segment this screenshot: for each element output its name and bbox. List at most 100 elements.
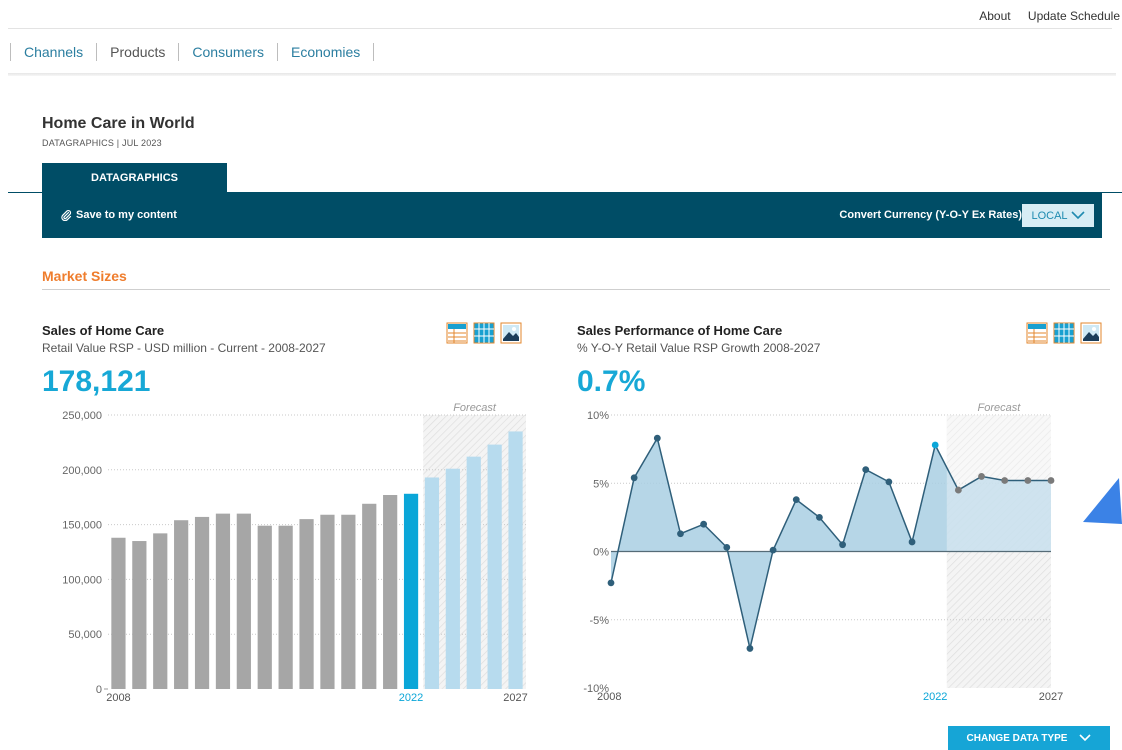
section-divider [42,289,1110,290]
data-point [792,496,800,504]
bar [174,520,189,689]
data-point [723,544,731,551]
bar [320,514,335,689]
change-data-type-label: CHANGE DATA TYPE [966,732,1068,744]
forecast-label: Forecast [977,402,1021,414]
data-point [931,441,939,449]
data-point [1001,477,1009,484]
y-tick-label: 100,000 [62,574,102,586]
data-point [607,579,615,587]
grid-view-icon[interactable] [1053,322,1075,344]
y-tick-label: 0% [593,547,609,559]
sales-bar-chart: Forecast 0 50,000 100,000 150,000 200,000 250,… [62,402,528,704]
left-view-icons [446,322,522,344]
data-point [885,478,893,486]
currency-dropdown[interactable]: LOCAL [1022,204,1094,227]
table-view-icon[interactable] [1026,322,1048,344]
bar [111,537,126,689]
image-view-icon[interactable] [500,322,522,344]
image-view-icon[interactable] [1080,322,1102,344]
forecast-label: Forecast [453,402,497,414]
y-tick-label: -5% [589,615,609,627]
convert-currency-label: Convert Currency (Y-O-Y Ex Rates) [839,209,1022,221]
data-point [746,645,754,652]
bar [215,513,231,689]
bar [383,495,398,689]
about-link[interactable]: About [979,9,1010,23]
bar [153,533,168,689]
data-point [816,513,823,521]
bar [341,514,356,689]
y-tick-label: 200,000 [62,465,102,477]
data-point [700,520,708,528]
bar [466,456,481,689]
right-chart-subtitle: % Y-O-Y Retail Value RSP Growth 2008-202… [577,341,821,355]
data-point [630,474,638,482]
nav-item-consumers[interactable]: Consumers [179,43,278,61]
y-tick-label: 50,000 [68,629,102,641]
update-schedule-link[interactable]: Update Schedule [1028,9,1120,23]
data-point [653,434,661,442]
y-tick-label: 10% [587,410,609,422]
right-chart-headline: 0.7% [577,365,646,398]
x-tick-label: 2008 [106,692,130,704]
left-chart-subtitle: Retail Value RSP - USD million - Current… [42,341,326,355]
bar [132,541,147,689]
data-point [954,486,962,494]
y-tick-label: 5% [593,478,609,490]
x-tick-label: 2022 [399,692,423,704]
top-divider [8,28,1112,29]
data-point [908,538,916,546]
bar [362,503,377,689]
save-to-content-button[interactable]: Save to my content [60,209,177,221]
bar [424,477,440,689]
toolbar: Save to my content Convert Currency (Y-O… [42,193,1102,238]
chevron-down-icon [1070,211,1085,220]
data-point [1024,477,1032,484]
top-links: About Update Schedule [965,9,1120,23]
change-data-type-button[interactable]: CHANGE DATA TYPE [948,726,1110,750]
growth-area-chart: Forecast-10%-5%0%5%10%2008 2022 2027 [583,402,1063,703]
x-tick-label: 2027 [503,692,527,704]
bar [445,468,460,689]
data-point [677,530,684,538]
bar [257,525,272,689]
y-tick-label: 250,000 [62,410,102,422]
currency-value: LOCAL [1031,209,1068,222]
y-tick-label: 0 [96,684,102,696]
nav-item-products[interactable]: Products [97,43,180,61]
y-tick-label: 150,000 [62,520,102,532]
forecast-area-tint [946,415,1051,552]
data-point [1047,477,1055,484]
data-point [978,473,985,480]
data-point [839,541,846,549]
bar [487,444,502,689]
bar [236,513,251,689]
x-tick-label: 2027 [1039,691,1063,703]
chevron-down-icon [1079,734,1092,742]
page-subtitle: DATAGRAPHICS | JUL 2023 [42,138,162,148]
bar [278,525,293,689]
tab-datagraphics[interactable]: DATAGRAPHICS [42,163,227,193]
section-title: Market Sizes [42,268,127,284]
x-tick-label: 2022 [923,691,947,703]
nav-item-channels[interactable]: Channels [10,43,98,61]
x-tick-label: 2008 [597,691,621,703]
nav-divider [8,73,1116,76]
main-nav: Channels Products Consumers Economies [10,43,375,61]
data-point [769,546,777,554]
paperclip-icon [61,210,72,221]
data-point [862,466,870,473]
save-label: Save to my content [76,209,177,221]
table-view-icon[interactable] [446,322,468,344]
bar [403,493,419,689]
bar [508,431,523,689]
bar [194,516,210,689]
right-chart-title: Sales Performance of Home Care [577,323,783,338]
grid-view-icon[interactable] [473,322,495,344]
left-chart-title: Sales of Home Care [42,323,165,338]
nav-item-economies[interactable]: Economies [278,43,375,61]
right-view-icons [1026,322,1102,344]
bar [299,519,314,689]
scroll-pointer-icon [1083,478,1122,524]
